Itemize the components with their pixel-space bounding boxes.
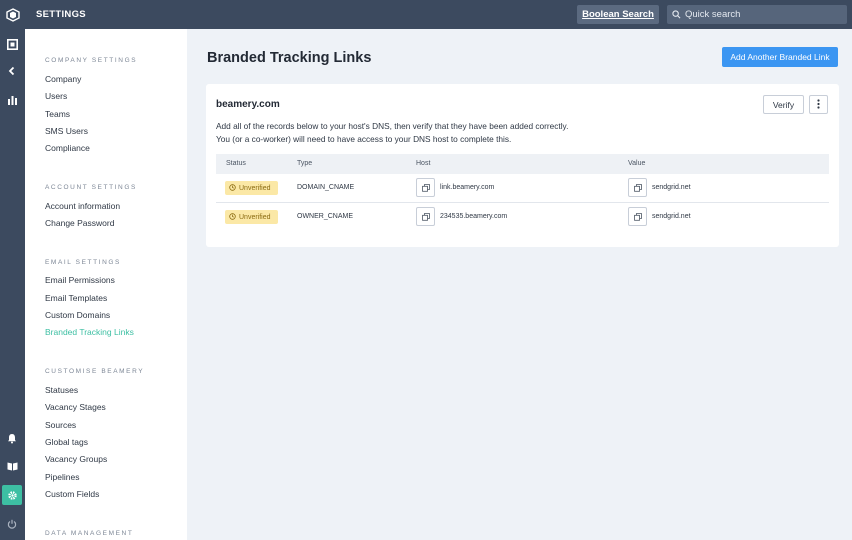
copy-icon: [421, 179, 430, 197]
nav-item-pipelines[interactable]: Pipelines: [45, 472, 80, 482]
table-row: Unverified DOMAIN_CNAME link.beamery.com…: [216, 174, 829, 203]
beamery-logo-icon[interactable]: [0, 0, 25, 29]
status-text: Unverified: [239, 213, 271, 221]
host-value: link.beamery.com: [440, 184, 495, 191]
boolean-search-button[interactable]: Boolean Search: [577, 5, 659, 24]
icon-rail: [0, 29, 25, 540]
status-badge: Unverified: [225, 181, 278, 195]
header-type: Type: [297, 160, 313, 167]
table-row: Unverified OWNER_CNAME 234535.beamery.co…: [216, 203, 829, 232]
nav-heading-data-management: DATA MANAGEMENT: [45, 530, 134, 537]
copy-value-button[interactable]: [628, 207, 647, 226]
nav-item-branded-tracking-links[interactable]: Branded Tracking Links: [45, 327, 134, 337]
nav-item-company[interactable]: Company: [45, 74, 81, 84]
record-type: OWNER_CNAME: [297, 213, 354, 220]
status-text: Unverified: [239, 184, 271, 192]
nav-heading-customise-beamery: CUSTOMISE BEAMERY: [45, 368, 145, 375]
clock-icon: [229, 212, 236, 222]
nav-item-vacancy-stages[interactable]: Vacancy Stages: [45, 402, 106, 412]
domain-name: beamery.com: [216, 99, 280, 110]
nav-item-custom-fields[interactable]: Custom Fields: [45, 489, 99, 499]
record-type: DOMAIN_CNAME: [297, 184, 355, 191]
add-branded-link-button[interactable]: Add Another Branded Link: [722, 47, 838, 67]
header-value: Value: [628, 160, 646, 167]
copy-value-button[interactable]: [628, 178, 647, 197]
nav-item-custom-domains[interactable]: Custom Domains: [45, 310, 110, 320]
nav-item-sms-users[interactable]: SMS Users: [45, 126, 88, 136]
copy-icon: [421, 208, 430, 226]
instruction-line-1: Add all of the records below to your hos…: [216, 121, 569, 131]
dns-table-header: Status Type Host Value: [216, 154, 829, 174]
host-value: 234535.beamery.com: [440, 213, 508, 220]
clock-icon: [229, 183, 236, 193]
nav-item-global-tags[interactable]: Global tags: [45, 437, 88, 447]
header-host: Host: [416, 160, 431, 167]
more-options-button[interactable]: [809, 95, 828, 114]
reports-icon[interactable]: [2, 90, 22, 110]
nav-heading-company-settings: COMPANY SETTINGS: [45, 57, 138, 64]
book-icon[interactable]: [2, 456, 22, 476]
quick-search-box[interactable]: [667, 5, 847, 24]
boolean-search-label: Boolean Search: [582, 9, 654, 20]
page-section-title: SETTINGS: [36, 9, 86, 20]
settings-gear-icon[interactable]: [2, 485, 22, 505]
settings-nav: COMPANY SETTINGS Company Users Teams SMS…: [25, 29, 187, 540]
nav-item-sources[interactable]: Sources: [45, 420, 76, 430]
record-value: sendgrid.net: [652, 184, 691, 191]
header-status: Status: [226, 160, 246, 167]
nav-item-email-permissions[interactable]: Email Permissions: [45, 275, 115, 285]
power-icon[interactable]: [2, 514, 22, 534]
quick-search-input[interactable]: [685, 9, 835, 20]
nav-item-account-information[interactable]: Account information: [45, 201, 120, 211]
nav-heading-account-settings: ACCOUNT SETTINGS: [45, 184, 137, 191]
domain-card: beamery.com Verify Add all of the record…: [206, 84, 839, 247]
nav-item-users[interactable]: Users: [45, 91, 67, 101]
copy-host-button[interactable]: [416, 178, 435, 197]
top-bar: SETTINGS Boolean Search: [0, 0, 852, 29]
nav-heading-email-settings: EMAIL SETTINGS: [45, 259, 121, 266]
nav-item-email-templates[interactable]: Email Templates: [45, 293, 107, 303]
record-value: sendgrid.net: [652, 213, 691, 220]
bell-icon[interactable]: [2, 428, 22, 448]
search-icon: [672, 6, 681, 24]
page-title: Branded Tracking Links: [207, 50, 372, 66]
nav-item-change-password[interactable]: Change Password: [45, 218, 114, 228]
copy-icon: [633, 208, 642, 226]
copy-icon: [633, 179, 642, 197]
nav-item-statuses[interactable]: Statuses: [45, 385, 78, 395]
copy-host-button[interactable]: [416, 207, 435, 226]
kebab-menu-icon: [817, 96, 820, 114]
verify-button[interactable]: Verify: [763, 95, 804, 114]
instruction-line-2: You (or a co-worker) will need to have a…: [216, 134, 512, 144]
status-badge: Unverified: [225, 210, 278, 224]
nav-item-teams[interactable]: Teams: [45, 109, 70, 119]
nav-item-compliance[interactable]: Compliance: [45, 143, 90, 153]
nav-item-vacancy-groups[interactable]: Vacancy Groups: [45, 454, 107, 464]
dashboard-icon[interactable]: [2, 34, 22, 54]
back-arrow-icon[interactable]: [2, 61, 22, 81]
